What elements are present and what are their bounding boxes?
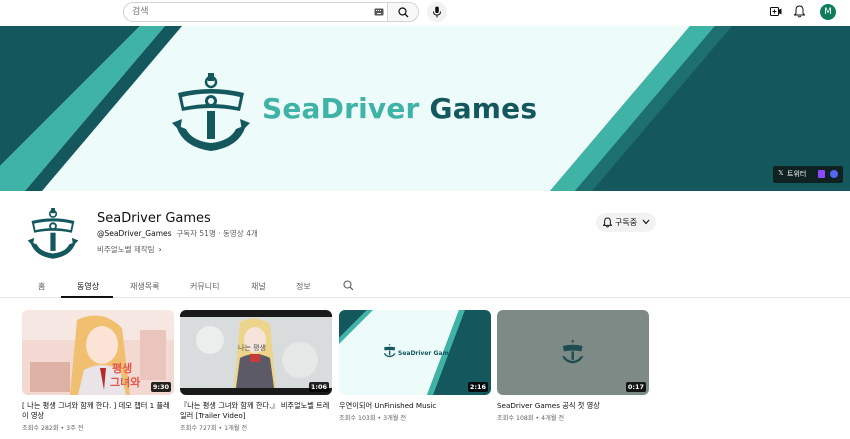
search-box[interactable] — [123, 2, 388, 22]
chevron-right-icon: › — [158, 245, 162, 254]
banner-social-links: 𝕏 트위터 — [773, 166, 843, 183]
create-video-icon[interactable] — [770, 6, 782, 17]
video-duration: 1:06 — [308, 382, 329, 392]
video-views: 조회수 727회 — [180, 425, 217, 432]
search-input[interactable] — [132, 4, 362, 20]
tab-playlists[interactable]: 재생목록 — [130, 281, 159, 292]
tab-channels[interactable]: 채널 — [251, 281, 266, 292]
video-duration: 0:17 — [625, 382, 646, 392]
twitch-icon[interactable] — [818, 170, 825, 178]
video-age: 3주 전 — [66, 425, 84, 432]
video-title[interactable]: 우연이되어 UnFinished Music — [339, 401, 489, 411]
channel-avatar[interactable] — [26, 208, 80, 260]
tab-about[interactable]: 정보 — [296, 281, 311, 292]
video-title[interactable]: SeaDriver Games 공식 첫 영상 — [497, 401, 647, 411]
channel-description-text: 비주얼노벨 제작팀 — [97, 245, 155, 254]
channel-description[interactable]: 비주얼노벨 제작팀 › — [97, 244, 162, 255]
thumbnail-brand-text: SeaDriver Games — [398, 350, 457, 357]
tab-videos[interactable]: 동영상 — [77, 281, 99, 292]
video-title[interactable]: 『나는 평생 그녀와 함께 한다.』 비주얼노벨 트레일러 [Trailer V… — [180, 401, 330, 421]
banner-title-sea: SeaDriver — [262, 92, 420, 125]
video-thumbnail[interactable]: SeaDriver Games 2:16 — [339, 310, 491, 395]
video-meta: 조회수 727회 • 1개월 전 — [180, 425, 248, 432]
svg-text:나는 평생: 나는 평생 — [238, 343, 266, 352]
notifications-bell-icon[interactable] — [794, 5, 805, 18]
channel-meta: @SeaDriver_Games 구독자 51명 · 동영상 4개 — [97, 228, 258, 239]
channel-name: SeaDriver Games — [97, 211, 211, 226]
svg-text:평생: 평생 — [112, 361, 132, 375]
channel-banner: SeaDriver Games 𝕏 트위터 — [0, 26, 850, 191]
video-duration: 2:16 — [467, 382, 488, 392]
search-button[interactable] — [388, 2, 419, 22]
banner-title-games: Games — [419, 92, 538, 125]
keyboard-icon[interactable] — [374, 8, 384, 16]
subscribe-button[interactable]: 구독중 — [596, 213, 656, 232]
video-views: 조회수 108회 — [497, 415, 534, 422]
video-age: 4개월 전 — [541, 415, 565, 422]
active-tab-indicator — [61, 296, 113, 298]
account-avatar[interactable]: M — [820, 4, 836, 20]
x-icon[interactable]: 𝕏 — [778, 169, 784, 177]
tab-home[interactable]: 홈 — [38, 281, 45, 292]
video-meta: 조회수 282회 • 3주 전 — [22, 425, 84, 432]
channel-handle: @SeaDriver_Games — [97, 229, 172, 238]
voice-search-button[interactable] — [427, 2, 447, 22]
video-thumbnail[interactable]: 0:17 — [497, 310, 649, 395]
search-icon[interactable] — [343, 280, 354, 291]
tab-community[interactable]: 커뮤니티 — [190, 281, 219, 292]
video-meta: 조회수 103회 • 3개월 전 — [339, 415, 407, 422]
chevron-down-icon — [642, 219, 650, 225]
video-duration: 9:30 — [150, 382, 171, 392]
channel-stats: 구독자 51명 · 동영상 4개 — [176, 229, 258, 238]
search-icon — [398, 7, 409, 18]
banner-title: SeaDriver Games — [262, 92, 537, 125]
video-thumbnail[interactable]: 나는 평생 1:06 — [180, 310, 332, 395]
subscribe-label: 구독중 — [615, 218, 638, 227]
video-age: 3개월 전 — [383, 415, 407, 422]
video-views: 조회수 282회 — [22, 425, 59, 432]
discord-icon[interactable] — [830, 170, 838, 178]
video-meta: 조회수 108회 • 4개월 전 — [497, 415, 565, 422]
video-title[interactable]: [ 나는 평생 그녀와 함께 한다. ] 데모 챕터 1 플레이 영상 — [22, 401, 172, 421]
video-views: 조회수 103회 — [339, 415, 376, 422]
microphone-icon — [433, 6, 441, 18]
svg-text:그녀와: 그녀와 — [110, 375, 140, 389]
top-bar: M — [0, 0, 850, 26]
video-age: 1개월 전 — [224, 425, 248, 432]
channel-tabs: 홈 동영상 재생목록 커뮤니티 채널 정보 — [0, 276, 850, 298]
bell-icon — [603, 217, 612, 228]
anchor-logo-icon — [172, 73, 250, 151]
video-thumbnail[interactable]: 평생 그녀와 9:30 — [22, 310, 174, 395]
twitter-link-label[interactable]: 트위터 — [787, 169, 806, 179]
